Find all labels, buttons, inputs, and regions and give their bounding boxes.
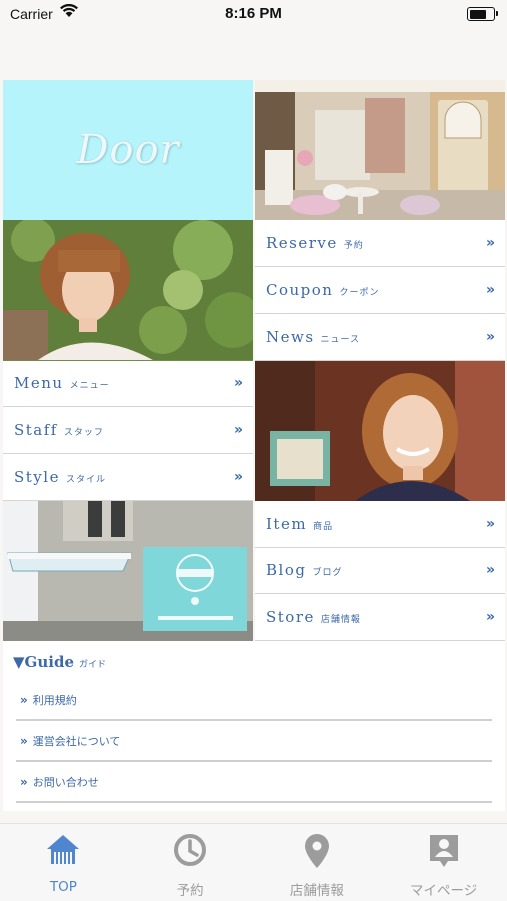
menu-blog[interactable]: Blog ブログ » — [255, 547, 505, 595]
guide-title: ▼Guide — [13, 653, 74, 671]
menu-news-label: News — [266, 327, 315, 346]
tab-top-label: TOP — [49, 879, 77, 895]
tab-mypage[interactable]: マイページ — [380, 824, 507, 901]
chevron-right-icon: » — [485, 562, 495, 579]
menu-menu-sublabel: メニュー — [69, 381, 110, 392]
tab-top[interactable]: TOP — [0, 824, 127, 901]
person-badge-icon — [428, 833, 460, 873]
menu-staff-label: Staff — [14, 421, 58, 440]
guide-link-label: 利用規約 — [32, 694, 77, 707]
guide-link-label: 運営会社について — [32, 735, 121, 748]
chevron-right-icon: » — [20, 775, 28, 789]
clock-icon — [173, 833, 207, 871]
chevron-right-icon: » — [233, 375, 243, 392]
tab-mypage-label: マイページ — [410, 883, 478, 899]
chevron-right-icon: » — [485, 235, 495, 252]
tab-reservation-label: 予約 — [176, 883, 204, 899]
model-smiling-photo — [255, 360, 505, 501]
guide-title-jp: ガイド — [78, 660, 106, 670]
chevron-right-icon: » — [485, 328, 495, 345]
menu-item[interactable]: Item 商品 » — [255, 500, 505, 548]
salon-interior-photo — [255, 80, 505, 221]
menu-reserve-sublabel: 予約 — [343, 241, 364, 252]
home-grid: Door Reserve 予約 » Coupon クーポン » News ニュー… — [3, 80, 505, 641]
menu-blog-label: Blog — [266, 561, 307, 580]
menu-blog-sublabel: ブログ — [312, 568, 343, 579]
tab-store-info[interactable]: 店舗情報 — [254, 824, 381, 901]
menu-style[interactable]: Style スタイル » — [3, 454, 253, 501]
guide-heading: ▼Guide ガイド — [13, 653, 106, 671]
menu-menu[interactable]: Menu メニュー » — [3, 360, 253, 408]
home-icon — [46, 833, 80, 869]
chevron-right-icon: » — [20, 693, 28, 707]
chevron-right-icon: » — [20, 734, 28, 748]
menu-staff-sublabel: スタッフ — [63, 428, 104, 439]
model-portrait-photo — [3, 220, 253, 361]
menu-reserve-label: Reserve — [266, 234, 338, 253]
menu-style-label: Style — [14, 467, 60, 486]
menu-news-sublabel: ニュース — [320, 334, 361, 345]
logo-banner: Door — [3, 80, 253, 221]
chevron-right-icon: » — [485, 515, 495, 532]
menu-store-label: Store — [266, 608, 315, 627]
guide-section: ▼Guide ガイド » 利用規約 » 運営会社について » お問い合わせ — [3, 641, 505, 811]
guide-link-label: お問い合わせ — [32, 776, 99, 789]
status-bar: Carrier 8:16 PM — [0, 0, 507, 30]
menu-coupon-sublabel: クーポン — [339, 287, 380, 298]
storefront-photo — [3, 500, 253, 641]
menu-coupon-label: Coupon — [266, 280, 334, 299]
battery-icon — [467, 7, 498, 21]
chevron-right-icon: » — [485, 281, 495, 298]
menu-store-sublabel: 店舗情報 — [320, 615, 361, 626]
chevron-right-icon: » — [233, 422, 243, 439]
guide-link-contact[interactable]: » お問い合わせ — [16, 763, 492, 803]
chevron-right-icon: » — [485, 609, 495, 626]
tab-store-info-label: 店舗情報 — [289, 883, 344, 899]
map-pin-icon — [304, 833, 330, 873]
menu-news[interactable]: News ニュース » — [255, 313, 505, 361]
menu-reserve[interactable]: Reserve 予約 » — [255, 220, 505, 267]
menu-item-sublabel: 商品 — [313, 521, 334, 532]
clock-time: 8:16 PM — [225, 5, 282, 22]
guide-link-terms[interactable]: » 利用規約 — [16, 681, 492, 721]
tab-reservation[interactable]: 予約 — [127, 824, 254, 901]
menu-store[interactable]: Store 店舗情報 » — [255, 594, 505, 641]
menu-menu-label: Menu — [14, 374, 64, 393]
guide-link-company[interactable]: » 運営会社について — [16, 722, 492, 762]
menu-item-label: Item — [266, 514, 308, 533]
door-logo: Door — [76, 127, 180, 174]
chevron-right-icon: » — [233, 468, 243, 485]
menu-style-sublabel: スタイル — [65, 474, 106, 485]
bottom-tab-bar: TOP 予約 店舗情報 マイページ — [0, 823, 507, 901]
menu-coupon[interactable]: Coupon クーポン » — [255, 267, 505, 314]
menu-staff[interactable]: Staff スタッフ » — [3, 407, 253, 454]
